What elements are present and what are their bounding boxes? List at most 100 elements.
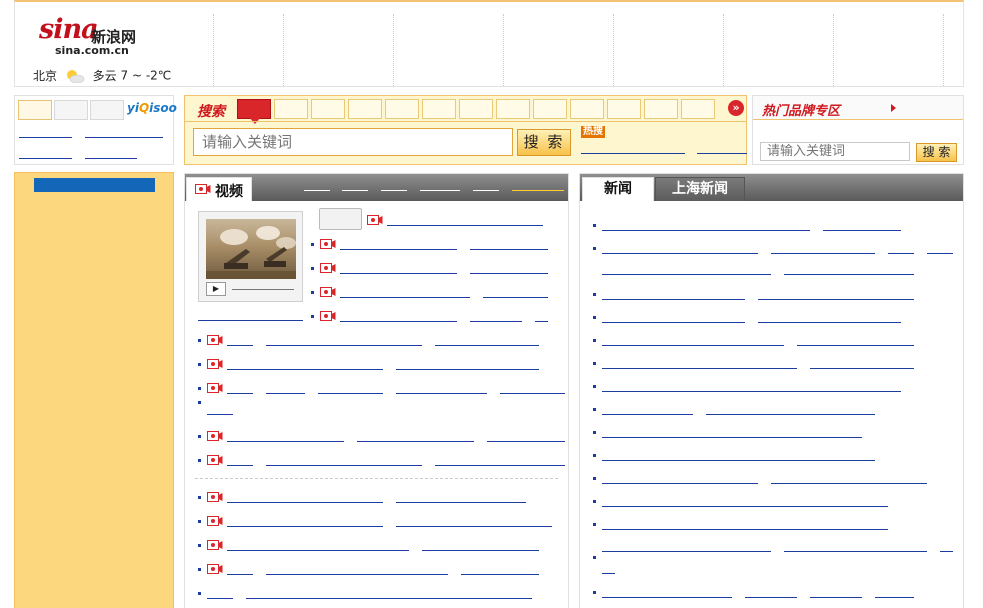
brand-zone-title[interactable]: 热门品牌专区: [762, 100, 840, 119]
video-link[interactable]: [470, 249, 548, 250]
video-player-thumbnail[interactable]: ▶: [198, 211, 303, 302]
search-tab[interactable]: [311, 99, 345, 119]
search-input[interactable]: [193, 128, 513, 156]
video-link[interactable]: [207, 414, 233, 415]
video-link[interactable]: [227, 441, 344, 442]
search-tab-active[interactable]: [237, 99, 271, 119]
weather-widget[interactable]: 北京 多云 7 ~ -2℃: [33, 67, 171, 85]
video-nav-link[interactable]: [381, 190, 407, 191]
video-link[interactable]: [470, 273, 548, 274]
sina-logo[interactable]: sina 新浪网 sina.com.cn: [35, 12, 155, 58]
video-link[interactable]: [340, 273, 457, 274]
news-link[interactable]: [602, 460, 875, 461]
news-link[interactable]: [602, 345, 784, 346]
video-link[interactable]: [227, 393, 253, 394]
search-tab[interactable]: [533, 99, 567, 119]
video-link[interactable]: [396, 502, 526, 503]
sidebar-banner[interactable]: [34, 178, 155, 192]
video-link[interactable]: [227, 465, 253, 466]
video-link[interactable]: [207, 598, 233, 599]
video-nav-link[interactable]: [304, 190, 330, 191]
video-caption-link[interactable]: [198, 320, 303, 321]
video-link[interactable]: [422, 550, 539, 551]
video-link[interactable]: [396, 393, 487, 394]
news-link[interactable]: [602, 322, 745, 323]
video-link[interactable]: [266, 393, 305, 394]
search-tab[interactable]: [496, 99, 530, 119]
news-link[interactable]: [745, 597, 797, 598]
video-link[interactable]: [227, 345, 253, 346]
video-nav-link[interactable]: [342, 190, 368, 191]
tab-news[interactable]: 新闻: [582, 177, 654, 201]
video-link[interactable]: [435, 465, 565, 466]
news-link[interactable]: [810, 368, 914, 369]
video-link[interactable]: [461, 574, 539, 575]
news-link[interactable]: [602, 230, 810, 231]
news-link[interactable]: [602, 414, 693, 415]
video-link[interactable]: [340, 297, 470, 298]
video-link[interactable]: [318, 393, 383, 394]
video-link[interactable]: [227, 574, 253, 575]
video-link[interactable]: [435, 345, 539, 346]
video-link[interactable]: [470, 321, 522, 322]
video-nav-link[interactable]: [420, 190, 460, 191]
tab-video[interactable]: 视频: [186, 177, 252, 201]
video-link[interactable]: [387, 225, 543, 226]
video-link[interactable]: [246, 598, 532, 599]
news-link[interactable]: [810, 597, 862, 598]
video-link[interactable]: [340, 249, 457, 250]
news-link[interactable]: [758, 299, 914, 300]
news-link[interactable]: [771, 253, 875, 254]
search-button[interactable]: 搜 索: [517, 129, 571, 156]
yiqisoo-logo[interactable]: yiQisoo: [127, 101, 177, 115]
search-tab[interactable]: [570, 99, 604, 119]
video-link[interactable]: [227, 369, 383, 370]
yiqisoo-link[interactable]: [19, 137, 72, 138]
video-link[interactable]: [227, 550, 409, 551]
news-link[interactable]: [940, 551, 953, 552]
video-link[interactable]: [396, 526, 552, 527]
news-link[interactable]: [784, 274, 914, 275]
news-link[interactable]: [602, 391, 901, 392]
news-link[interactable]: [602, 483, 758, 484]
hot-search-link[interactable]: [697, 153, 747, 154]
yiqisoo-tab-1[interactable]: [18, 100, 52, 120]
news-link[interactable]: [602, 597, 732, 598]
news-link[interactable]: [602, 506, 888, 507]
news-link[interactable]: [602, 437, 862, 438]
news-link[interactable]: [602, 573, 615, 574]
yiqisoo-link[interactable]: [85, 137, 163, 138]
news-link[interactable]: [927, 253, 953, 254]
video-link[interactable]: [227, 526, 383, 527]
brand-search-button[interactable]: 搜 索: [916, 143, 957, 162]
news-link[interactable]: [602, 299, 745, 300]
yiqisoo-tab-3[interactable]: [90, 100, 124, 120]
video-progress-track[interactable]: [232, 289, 294, 290]
search-tab[interactable]: [422, 99, 456, 119]
news-link[interactable]: [602, 274, 771, 275]
video-link[interactable]: [266, 574, 448, 575]
news-link[interactable]: [602, 253, 758, 254]
play-icon[interactable]: ▶: [206, 282, 226, 296]
brand-search-input[interactable]: [760, 142, 910, 161]
news-link[interactable]: [823, 230, 901, 231]
video-link[interactable]: [266, 465, 422, 466]
news-link[interactable]: [602, 551, 771, 552]
video-link[interactable]: [483, 297, 548, 298]
search-tab[interactable]: [459, 99, 493, 119]
video-link[interactable]: [227, 502, 383, 503]
search-tab[interactable]: [348, 99, 382, 119]
search-tab[interactable]: [681, 99, 715, 119]
video-link[interactable]: [396, 369, 539, 370]
video-link[interactable]: [500, 393, 565, 394]
yiqisoo-link[interactable]: [19, 158, 72, 159]
video-link[interactable]: [340, 321, 457, 322]
news-link[interactable]: [602, 368, 797, 369]
search-tab[interactable]: [644, 99, 678, 119]
search-tab[interactable]: [607, 99, 641, 119]
news-link[interactable]: [602, 529, 888, 530]
arrow-right-icon[interactable]: [891, 104, 896, 112]
search-tab[interactable]: [385, 99, 419, 119]
video-nav-link[interactable]: [473, 190, 499, 191]
news-link[interactable]: [771, 483, 927, 484]
